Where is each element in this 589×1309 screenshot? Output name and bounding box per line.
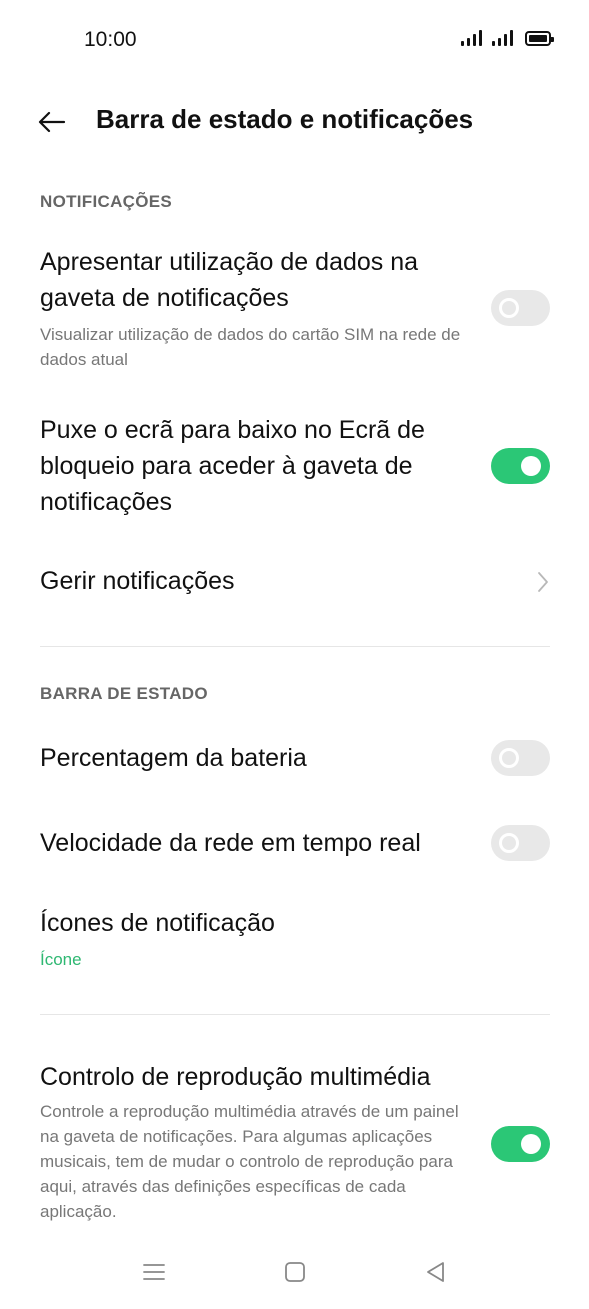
setting-title: Puxe o ecrã para baixo no Ecrã de bloque… [40,416,425,516]
setting-title: Ícones de notificação [40,909,275,937]
setting-row-lockscreen-pull[interactable]: Puxe o ecrã para baixo no Ecrã de bloque… [0,412,589,522]
setting-row-data-usage[interactable]: Apresentar utilização de dados na gaveta… [0,244,589,374]
setting-title: Apresentar utilização de dados na gaveta… [40,248,419,312]
status-icons [461,30,554,46]
setting-row-manage-notifications[interactable]: Gerir notificações [0,563,589,603]
square-icon[interactable] [282,1259,308,1285]
setting-row-media-control[interactable]: Controlo de reprodução multimédia Contro… [0,1059,589,1234]
divider [40,646,550,647]
divider [40,1014,550,1015]
section-header-notifications: NOTIFICAÇÕES [40,192,173,211]
setting-row-notification-icons[interactable]: Ícones de notificação Ícone [0,905,589,975]
setting-subtitle: Controle a reprodução multimédia através… [40,1102,459,1221]
navigation-bar [0,1245,589,1301]
setting-title: Velocidade da rede em tempo real [40,829,421,857]
data-usage-toggle[interactable] [491,290,550,326]
network-speed-toggle[interactable] [491,825,550,861]
setting-subtitle: Visualizar utilização de dados do cartão… [40,325,461,369]
page-title: Barra de estado e notificações [96,104,474,134]
lockscreen-pull-toggle[interactable] [491,448,550,484]
triangle-back-icon[interactable] [423,1259,449,1285]
arrow-left-icon[interactable] [36,106,68,138]
setting-title: Percentagem da bateria [40,744,307,772]
battery-percent-toggle[interactable] [491,740,550,776]
status-bar: 10:00 [0,0,589,80]
signal-icon [492,30,513,46]
setting-value: Ícone [40,950,82,969]
media-control-toggle[interactable] [491,1126,550,1162]
section-header-status-bar: BARRA DE ESTADO [40,684,208,703]
menu-icon[interactable] [141,1259,167,1285]
setting-title: Gerir notificações [40,567,235,595]
chevron-right-icon [538,572,548,592]
setting-row-battery-percent[interactable]: Percentagem da bateria [0,740,589,780]
setting-row-network-speed[interactable]: Velocidade da rede em tempo real [0,825,589,865]
page-header: Barra de estado e notificações [0,96,589,152]
signal-icon [461,30,482,46]
battery-icon [525,31,554,46]
setting-title: Controlo de reprodução multimédia [40,1063,431,1091]
status-time: 10:00 [84,28,137,51]
